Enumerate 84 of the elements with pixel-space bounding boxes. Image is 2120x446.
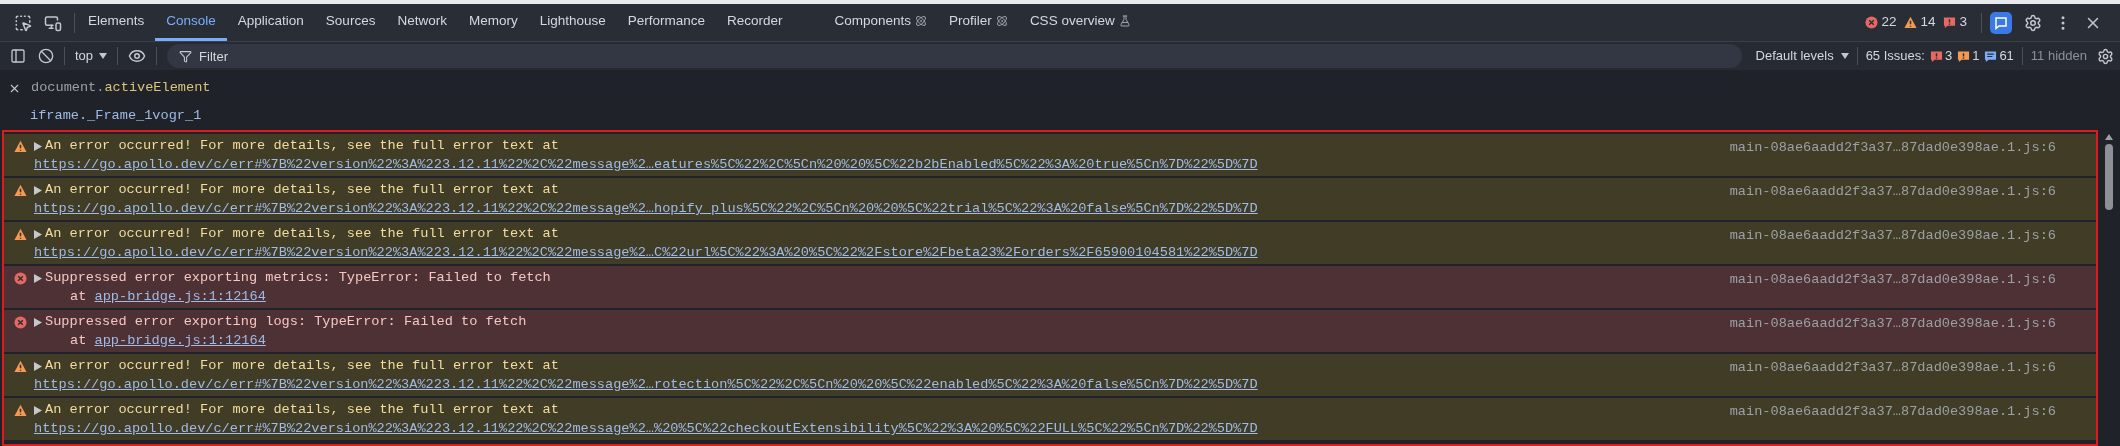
issues-label: 65 Issues:: [1865, 47, 1925, 66]
message-text: An error occurred! For more details, see the full error text at: [45, 225, 559, 244]
expand-arrow-icon[interactable]: [34, 186, 42, 195]
message-text: An error occurred! For more details, see the full error text at: [45, 401, 559, 420]
warning-icon: [14, 404, 27, 417]
hidden-count: 11 hidden: [2030, 47, 2087, 66]
sidebar-toggle-icon[interactable]: [10, 48, 26, 64]
panel-tab[interactable]: Lighthouse: [528, 4, 617, 41]
scrollbar-thumb[interactable]: [2105, 144, 2113, 210]
caret-icon: [1840, 53, 1849, 59]
expression-text: document.activeElement: [31, 78, 211, 97]
stack-line: at app-bridge.js:1:12164: [69, 332, 266, 348]
issue-icon: [1957, 49, 1971, 63]
message-text: An error occurred! For more details, see the full error text at: [45, 181, 559, 200]
issue-count: 61: [1999, 47, 2014, 66]
error-link[interactable]: https://go.apollo.dev/c/err#%7B%22version%22%3A%223.12.11%22%2C%22message%2…%20%5C%22checkoutExtensibility%5C%22%3A%20%5C%22FULL%5C%22%5Cn%7D%22%5D%7D: [34, 419, 1258, 436]
device-toolbar-icon[interactable]: [44, 13, 62, 32]
warning-icon: [1904, 16, 1918, 29]
expand-arrow-icon[interactable]: [34, 318, 42, 327]
message-icon: [1984, 49, 1998, 63]
clear-console-icon[interactable]: [38, 48, 54, 64]
expand-arrow-icon[interactable]: [34, 230, 42, 239]
warning-icon: [14, 140, 27, 153]
ai-assistant-button[interactable]: [1990, 11, 2012, 34]
issues-button[interactable]: 65 Issues: 3 1 61: [1865, 46, 2014, 66]
panel-tab[interactable]: Network: [386, 4, 458, 41]
filter-field[interactable]: Filter: [167, 44, 1742, 68]
warning-icon: [14, 228, 27, 241]
caret-icon: [99, 53, 108, 59]
count-text: 22: [1881, 13, 1897, 32]
filter-icon: [179, 50, 193, 63]
panel-tab[interactable]: Memory: [457, 4, 529, 41]
source-link[interactable]: main-08ae6aadd2f3a37…87dad0e398ae.1.js:6: [1729, 182, 2056, 203]
panel-tab[interactable]: Elements: [77, 4, 156, 41]
panel-tab[interactable]: Performance: [616, 4, 717, 41]
warning-icon: [14, 184, 27, 197]
inspect-icon[interactable]: [14, 13, 32, 32]
error-link[interactable]: https://go.apollo.dev/c/err#%7B%22version%22%3A%223.12.11%22%2C%22message%2…eatures%5C%22%2C%5Cn%20%20%5C%22b2bEnabled%5C%22%3A%20true%5Cn%7D%22%5D%7D: [34, 155, 1258, 172]
message-text: Suppressed error exporting logs: TypeError: Failed to fetch: [45, 313, 527, 332]
error-link[interactable]: https://go.apollo.dev/c/err#%7B%22version%22%3A%223.12.11%22%2C%22message%2…rotection%5C%22%2C%5Cn%20%20%5C%22enabled%5C%22%3A%20false%5Cn%7D%22%5D%7D: [34, 375, 1258, 392]
context-dropdown[interactable]: top: [75, 46, 108, 66]
expand-arrow-icon[interactable]: [34, 406, 42, 415]
count-text: 3: [1959, 13, 1967, 32]
issue-icon: [1943, 16, 1957, 29]
expand-arrow-icon[interactable]: [34, 274, 42, 283]
source-link[interactable]: main-08ae6aadd2f3a37…87dad0e398ae.1.js:6: [1729, 314, 2056, 335]
source-link[interactable]: main-08ae6aadd2f3a37…87dad0e398ae.1.js:6: [1729, 270, 2056, 291]
expand-arrow-icon[interactable]: [34, 362, 42, 371]
source-link[interactable]: main-08ae6aadd2f3a37…87dad0e398ae.1.js:6: [1729, 402, 2056, 423]
panel-tab[interactable]: Profiler: [938, 4, 1019, 41]
stack-link[interactable]: app-bridge.js:1:12164: [94, 289, 266, 304]
error-icon: [14, 272, 27, 285]
scroll-up-arrow-icon[interactable]: [2105, 134, 2113, 140]
warning-icon: [14, 360, 27, 373]
source-link[interactable]: main-08ae6aadd2f3a37…87dad0e398ae.1.js:6: [1729, 358, 2056, 379]
stack-line: at app-bridge.js:1:12164: [69, 288, 266, 304]
expand-arrow-icon[interactable]: [34, 142, 42, 151]
error-icon: [1865, 16, 1879, 29]
source-link[interactable]: main-08ae6aadd2f3a37…87dad0e398ae.1.js:6: [1729, 138, 2056, 159]
live-expression-icon[interactable]: [128, 47, 147, 65]
panel-tab[interactable]: Components: [823, 4, 939, 41]
console-settings-icon[interactable]: [2097, 47, 2114, 65]
settings-icon[interactable]: [2024, 13, 2042, 32]
issue-count: 3: [1944, 47, 1953, 66]
stack-link[interactable]: app-bridge.js:1:12164: [94, 333, 266, 348]
panel-tab[interactable]: CSS overview: [1018, 4, 1142, 41]
source-link[interactable]: main-08ae6aadd2f3a37…87dad0e398ae.1.js:6: [1729, 226, 2056, 247]
log-levels-dropdown[interactable]: Default levels: [1755, 46, 1849, 66]
issue-count: 1: [1972, 47, 1980, 66]
atom-icon: [915, 15, 928, 27]
issue-icon: [1929, 49, 1943, 63]
error-link[interactable]: https://go.apollo.dev/c/err#%7B%22version%22%3A%223.12.11%22%2C%22message%2…hopify_plus%5C%22%2C%5Cn%20%20%5C%22trial%5C%22%3A%20false%5Cn%7D%22%5D%7D: [34, 199, 1258, 216]
message-text: Suppressed error exporting metrics: TypeError: Failed to fetch: [45, 269, 551, 288]
panel-tab[interactable]: Sources: [314, 4, 387, 41]
result-text: iframe._Frame_1vogr_1: [30, 106, 202, 125]
panel-tab[interactable]: Recorder: [716, 4, 794, 41]
error-link[interactable]: https://go.apollo.dev/c/err#%7B%22version%22%3A%223.12.11%22%2C%22message%2…C%22url%5C%22%3A%20%5C%22%2Fstore%2Fbeta23%2Forders%2F65900104581%22%5D%7D: [34, 243, 1258, 260]
message-text: An error occurred! For more details, see the full error text at: [45, 137, 559, 156]
panel-tab[interactable]: Application: [226, 4, 315, 41]
error-icon: [14, 316, 27, 329]
message-text: An error occurred! For more details, see the full error text at: [45, 357, 559, 376]
flask-icon: [1118, 15, 1131, 27]
atom-icon: [995, 15, 1008, 27]
count-text: 14: [1920, 13, 1936, 32]
